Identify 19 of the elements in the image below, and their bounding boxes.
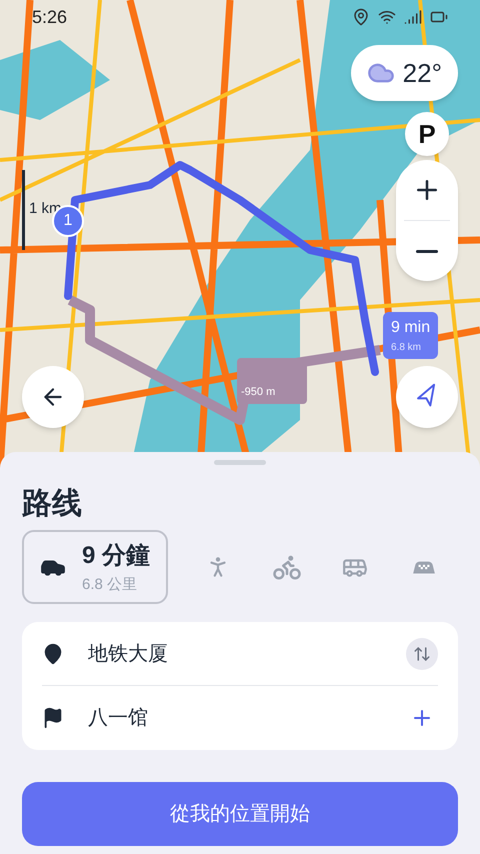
route-distance: 6.8 公里 — [82, 574, 138, 595]
route-point-label[interactable]: 地铁大厦 — [88, 638, 382, 668]
signal-icon — [404, 8, 422, 26]
flag-icon — [42, 707, 64, 729]
minus-icon — [416, 250, 438, 252]
turn-label: -950 m — [237, 358, 307, 404]
start-button[interactable]: 從我的位置開始 — [22, 782, 458, 846]
sheet-title: 路线 — [22, 486, 83, 522]
transport-mode-tab[interactable]: 9 分鐘 6.8 公里 — [22, 530, 168, 604]
swap-button[interactable] — [406, 638, 438, 670]
route-point-label[interactable]: 八一馆 — [88, 703, 382, 733]
route-time: 9 分鐘 — [82, 540, 150, 571]
route-label: 9 min 6.8 km — [383, 312, 438, 359]
status-time: 5:26 — [32, 6, 68, 28]
wifi-icon — [378, 8, 396, 26]
location-icon — [352, 8, 370, 26]
location-pin-icon — [42, 642, 64, 664]
swap-icon — [413, 644, 431, 662]
drag-handle[interactable] — [214, 460, 266, 465]
